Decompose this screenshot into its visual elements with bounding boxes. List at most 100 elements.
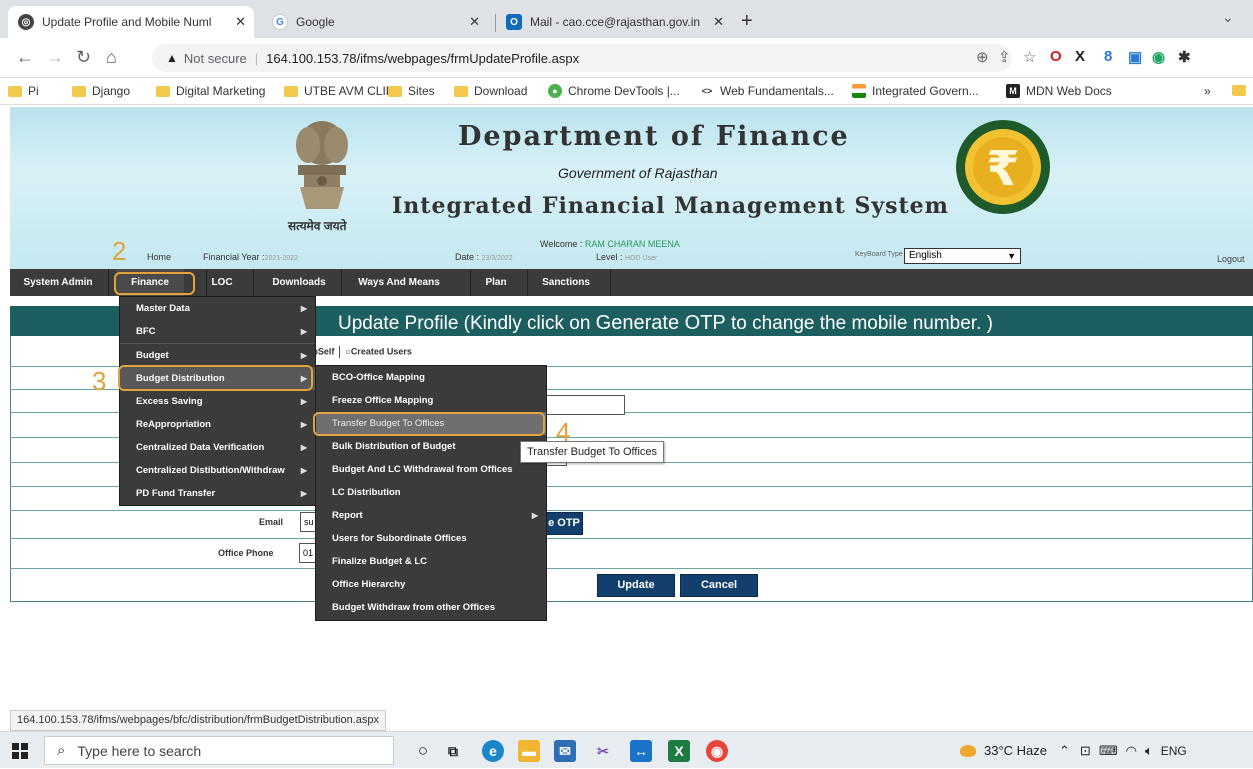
- snipping-icon[interactable]: ✂: [592, 740, 614, 762]
- task-view-icon[interactable]: ⧉: [442, 740, 464, 762]
- tab-mail[interactable]: O Mail - cao.cce@rajasthan.gov.in ✕: [496, 6, 732, 38]
- chrome-icon[interactable]: ◉: [706, 740, 728, 762]
- menu-item-reappropriation[interactable]: ReAppropriation ▶: [120, 413, 315, 436]
- bookmark-item[interactable]: Pi: [8, 84, 39, 98]
- reload-icon[interactable]: ↻: [76, 47, 91, 68]
- folder-icon: [8, 85, 22, 97]
- extension-icon[interactable]: 8: [1104, 48, 1112, 65]
- bookmark-item[interactable]: Integrated Govern...: [852, 84, 979, 98]
- bookmark-item[interactable]: M MDN Web Docs: [1006, 84, 1112, 98]
- menu-item-centralized-data-verification[interactable]: Centralized Data Verification ▶: [120, 436, 315, 459]
- text-field[interactable]: [545, 395, 625, 415]
- nav-loc[interactable]: LOC: [207, 269, 237, 296]
- excel-icon[interactable]: X: [668, 740, 690, 762]
- mail-icon[interactable]: ✉: [554, 740, 576, 762]
- nav-ways-and-means[interactable]: Ways And Means: [348, 269, 450, 296]
- windows-taskbar: ⌕ Type here to search ○ ⧉ e ▬ ✉ ✂ ↔ X ◉ …: [0, 731, 1253, 768]
- close-icon[interactable]: ✕: [713, 14, 724, 30]
- submenu-item-budget-lc-withdrawal[interactable]: Budget And LC Withdrawal from Offices: [316, 458, 546, 481]
- menu-item-master-data[interactable]: Master Data ▶: [120, 297, 315, 320]
- zoom-icon[interactable]: ⊕: [976, 48, 989, 66]
- home-icon[interactable]: ⌂: [106, 47, 117, 68]
- folder-icon: [284, 85, 298, 97]
- submenu-item-bulk-distribution[interactable]: Bulk Distribution of Budget: [316, 435, 546, 458]
- file-explorer-icon[interactable]: ▬: [518, 740, 540, 762]
- menu-item-pd-fund-transfer[interactable]: PD Fund Transfer ▶: [120, 482, 315, 505]
- caret-right-icon: ▶: [300, 489, 307, 498]
- step-2-marker: 2: [112, 236, 127, 266]
- close-icon[interactable]: ✕: [235, 14, 246, 30]
- nav-downloads[interactable]: Downloads: [256, 269, 342, 296]
- star-icon[interactable]: ☆: [1023, 48, 1036, 66]
- back-icon[interactable]: ←: [16, 47, 34, 68]
- extension-icon[interactable]: ▣: [1128, 48, 1142, 66]
- edge-icon[interactable]: e: [482, 740, 504, 762]
- code-icon: <>: [701, 86, 713, 96]
- row-divider: [10, 510, 1253, 511]
- cortana-icon[interactable]: ○: [412, 740, 434, 762]
- submenu-item-report[interactable]: Report ▶: [316, 504, 546, 527]
- submenu-item-freeze-office-mapping[interactable]: Freeze Office Mapping: [316, 389, 546, 412]
- menu-item-bfc[interactable]: BFC ▶: [120, 320, 315, 343]
- submenu-item-office-hierarchy[interactable]: Office Hierarchy: [316, 573, 546, 596]
- nav-system-admin[interactable]: System Admin: [10, 269, 106, 296]
- opera-icon[interactable]: O: [1050, 48, 1062, 65]
- address-toolbar: ← → ↻ ⌂ ▲ Not secure | 164.100.153.78/if…: [0, 38, 1253, 78]
- email-label: Email: [259, 517, 284, 527]
- forward-icon[interactable]: →: [46, 47, 64, 68]
- warning-icon[interactable]: ▲: [166, 51, 178, 65]
- chevron-up-icon[interactable]: ⌃: [1059, 743, 1070, 759]
- generate-otp-button[interactable]: e OTP: [545, 512, 583, 535]
- close-icon[interactable]: ✕: [469, 14, 480, 30]
- new-tab-icon[interactable]: +: [741, 10, 753, 33]
- menu-item-budget[interactable]: Budget ▶: [120, 344, 315, 367]
- logout-link[interactable]: Logout: [1217, 254, 1245, 264]
- windows-start-icon[interactable]: [12, 743, 28, 759]
- nav-divider: [108, 269, 109, 296]
- submenu-item-finalize-budget-lc[interactable]: Finalize Budget & LC: [316, 550, 546, 573]
- folder-icon[interactable]: [1232, 85, 1252, 96]
- extension-icon[interactable]: ◉: [1152, 48, 1165, 66]
- bookmark-item[interactable]: Django: [72, 84, 130, 98]
- bookmark-item[interactable]: Download: [454, 84, 527, 98]
- weather-text[interactable]: 33°C Haze: [984, 743, 1047, 758]
- nav-plan[interactable]: Plan: [471, 269, 521, 296]
- submenu-item-bco-office-mapping[interactable]: BCO-Office Mapping: [316, 366, 546, 389]
- menu-item-centralized-distribution[interactable]: Centralized Distibution/Withdraw ▶: [120, 459, 315, 482]
- bookmark-item[interactable]: ● Chrome DevTools |...: [548, 84, 680, 98]
- teamviewer-icon[interactable]: ↔: [630, 740, 652, 762]
- home-link[interactable]: Home: [147, 252, 171, 262]
- volume-icon[interactable]: 🔈︎: [1145, 743, 1153, 759]
- url-bar[interactable]: ▲ Not secure | 164.100.153.78/ifms/webpa…: [152, 44, 1012, 72]
- tab-title: Update Profile and Mobile Numl: [42, 15, 212, 29]
- x-extension-icon[interactable]: X: [1075, 48, 1085, 65]
- bookmark-item[interactable]: <> Web Fundamentals...: [700, 84, 834, 98]
- nav-sanctions[interactable]: Sanctions: [528, 269, 604, 296]
- bookmark-item[interactable]: Sites: [388, 84, 435, 98]
- share-icon[interactable]: ⇪: [998, 48, 1011, 66]
- site-icon: ◎: [18, 14, 34, 30]
- taskbar-search[interactable]: ⌕ Type here to search: [44, 736, 394, 765]
- menu-item-excess-saving[interactable]: Excess Saving ▶: [120, 390, 315, 413]
- tab-title: Mail - cao.cce@rajasthan.gov.in: [530, 15, 701, 29]
- bookmarks-more[interactable]: »: [1204, 84, 1211, 98]
- cancel-button[interactable]: Cancel: [680, 574, 758, 597]
- keyboard-icon[interactable]: ⌨: [1099, 743, 1118, 759]
- network-icon[interactable]: ⊡: [1080, 743, 1091, 759]
- radio-created-users[interactable]: ○Created Users: [345, 346, 411, 356]
- tab-google[interactable]: G Google ✕: [262, 6, 488, 38]
- bookmark-item[interactable]: UTBE AVM CLIP: [284, 84, 394, 98]
- folder-icon: [72, 85, 86, 97]
- language-indicator[interactable]: ENG: [1161, 744, 1187, 758]
- system-name: Integrated Financial Management System: [392, 193, 949, 219]
- chevron-down-icon[interactable]: ⌄: [1222, 9, 1234, 26]
- submenu-item-lc-distribution[interactable]: LC Distribution: [316, 481, 546, 504]
- keyboard-type-select[interactable]: English ▼: [904, 248, 1021, 264]
- submenu-item-users-subordinate[interactable]: Users for Subordinate Offices: [316, 527, 546, 550]
- update-button[interactable]: Update: [597, 574, 675, 597]
- bookmark-item[interactable]: Digital Marketing: [156, 84, 265, 98]
- tab-update-profile[interactable]: ◎ Update Profile and Mobile Numl ✕: [8, 6, 254, 38]
- puzzle-icon[interactable]: ✱: [1178, 48, 1191, 66]
- wifi-icon[interactable]: ◠: [1126, 743, 1137, 759]
- submenu-item-budget-withdraw[interactable]: Budget Withdraw from other Offices: [316, 596, 546, 619]
